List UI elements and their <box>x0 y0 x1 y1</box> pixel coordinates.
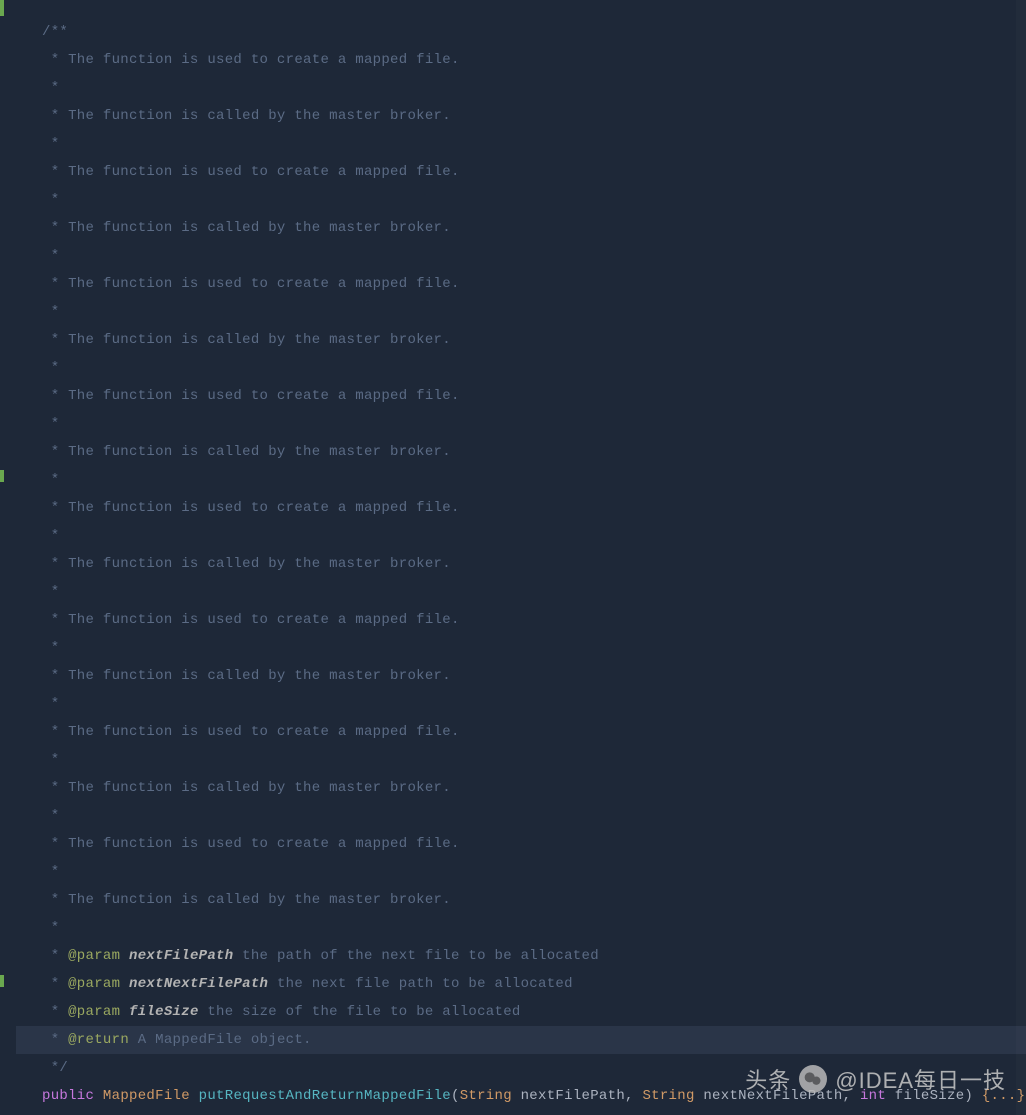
code-line: * <box>42 186 1026 214</box>
watermark-prefix: 头条 <box>745 1063 791 1095</box>
code-line: * <box>42 746 1026 774</box>
code-line: * The function is called by the master b… <box>42 662 1026 690</box>
code-line: * <box>42 242 1026 270</box>
editor-gutter <box>0 0 16 1115</box>
code-line: * <box>42 354 1026 382</box>
code-line: * The function is used to create a mappe… <box>42 158 1026 186</box>
code-content[interactable]: /** * The function is used to create a m… <box>16 0 1026 1115</box>
watermark: 头条 @IDEA每日一技 <box>745 1063 1006 1095</box>
code-line: * The function is called by the master b… <box>42 886 1026 914</box>
code-line: * The function is used to create a mappe… <box>42 830 1026 858</box>
code-line: * <box>42 410 1026 438</box>
code-line: /** <box>42 18 1026 46</box>
code-line: * <box>42 858 1026 886</box>
code-editor[interactable]: /** * The function is used to create a m… <box>0 0 1026 1115</box>
vertical-scrollbar[interactable] <box>1016 0 1026 1115</box>
code-line: * <box>42 802 1026 830</box>
code-line: * <box>42 74 1026 102</box>
gutter-marker <box>0 975 4 987</box>
code-line: * <box>42 466 1026 494</box>
code-line: * The function is used to create a mappe… <box>42 382 1026 410</box>
code-line: * <box>42 634 1026 662</box>
code-line: * <box>42 522 1026 550</box>
watermark-handle: @IDEA每日一技 <box>835 1063 1006 1095</box>
code-line: * The function is called by the master b… <box>42 550 1026 578</box>
code-line: * @param nextNextFilePath the next file … <box>42 970 1026 998</box>
gutter-marker <box>0 0 4 16</box>
wechat-icon <box>799 1065 827 1093</box>
code-line: * The function is used to create a mappe… <box>42 46 1026 74</box>
code-line: * <box>42 130 1026 158</box>
code-line: * The function is called by the master b… <box>42 102 1026 130</box>
code-line: * <box>42 690 1026 718</box>
code-line: * <box>42 914 1026 942</box>
code-line: * The function is called by the master b… <box>42 214 1026 242</box>
code-line: * @param nextFilePath the path of the ne… <box>42 942 1026 970</box>
code-line: * The function is called by the master b… <box>42 326 1026 354</box>
code-line: * The function is called by the master b… <box>42 774 1026 802</box>
code-line: * The function is called by the master b… <box>42 438 1026 466</box>
code-line: * The function is used to create a mappe… <box>42 270 1026 298</box>
code-line: * <box>42 578 1026 606</box>
code-line: * The function is used to create a mappe… <box>42 606 1026 634</box>
code-line: * @param fileSize the size of the file t… <box>42 998 1026 1026</box>
code-line-highlighted: * @return A MappedFile object. <box>0 1026 1026 1054</box>
code-line: * <box>42 298 1026 326</box>
code-line: * The function is used to create a mappe… <box>42 494 1026 522</box>
code-line: * The function is used to create a mappe… <box>42 718 1026 746</box>
gutter-marker <box>0 470 4 482</box>
